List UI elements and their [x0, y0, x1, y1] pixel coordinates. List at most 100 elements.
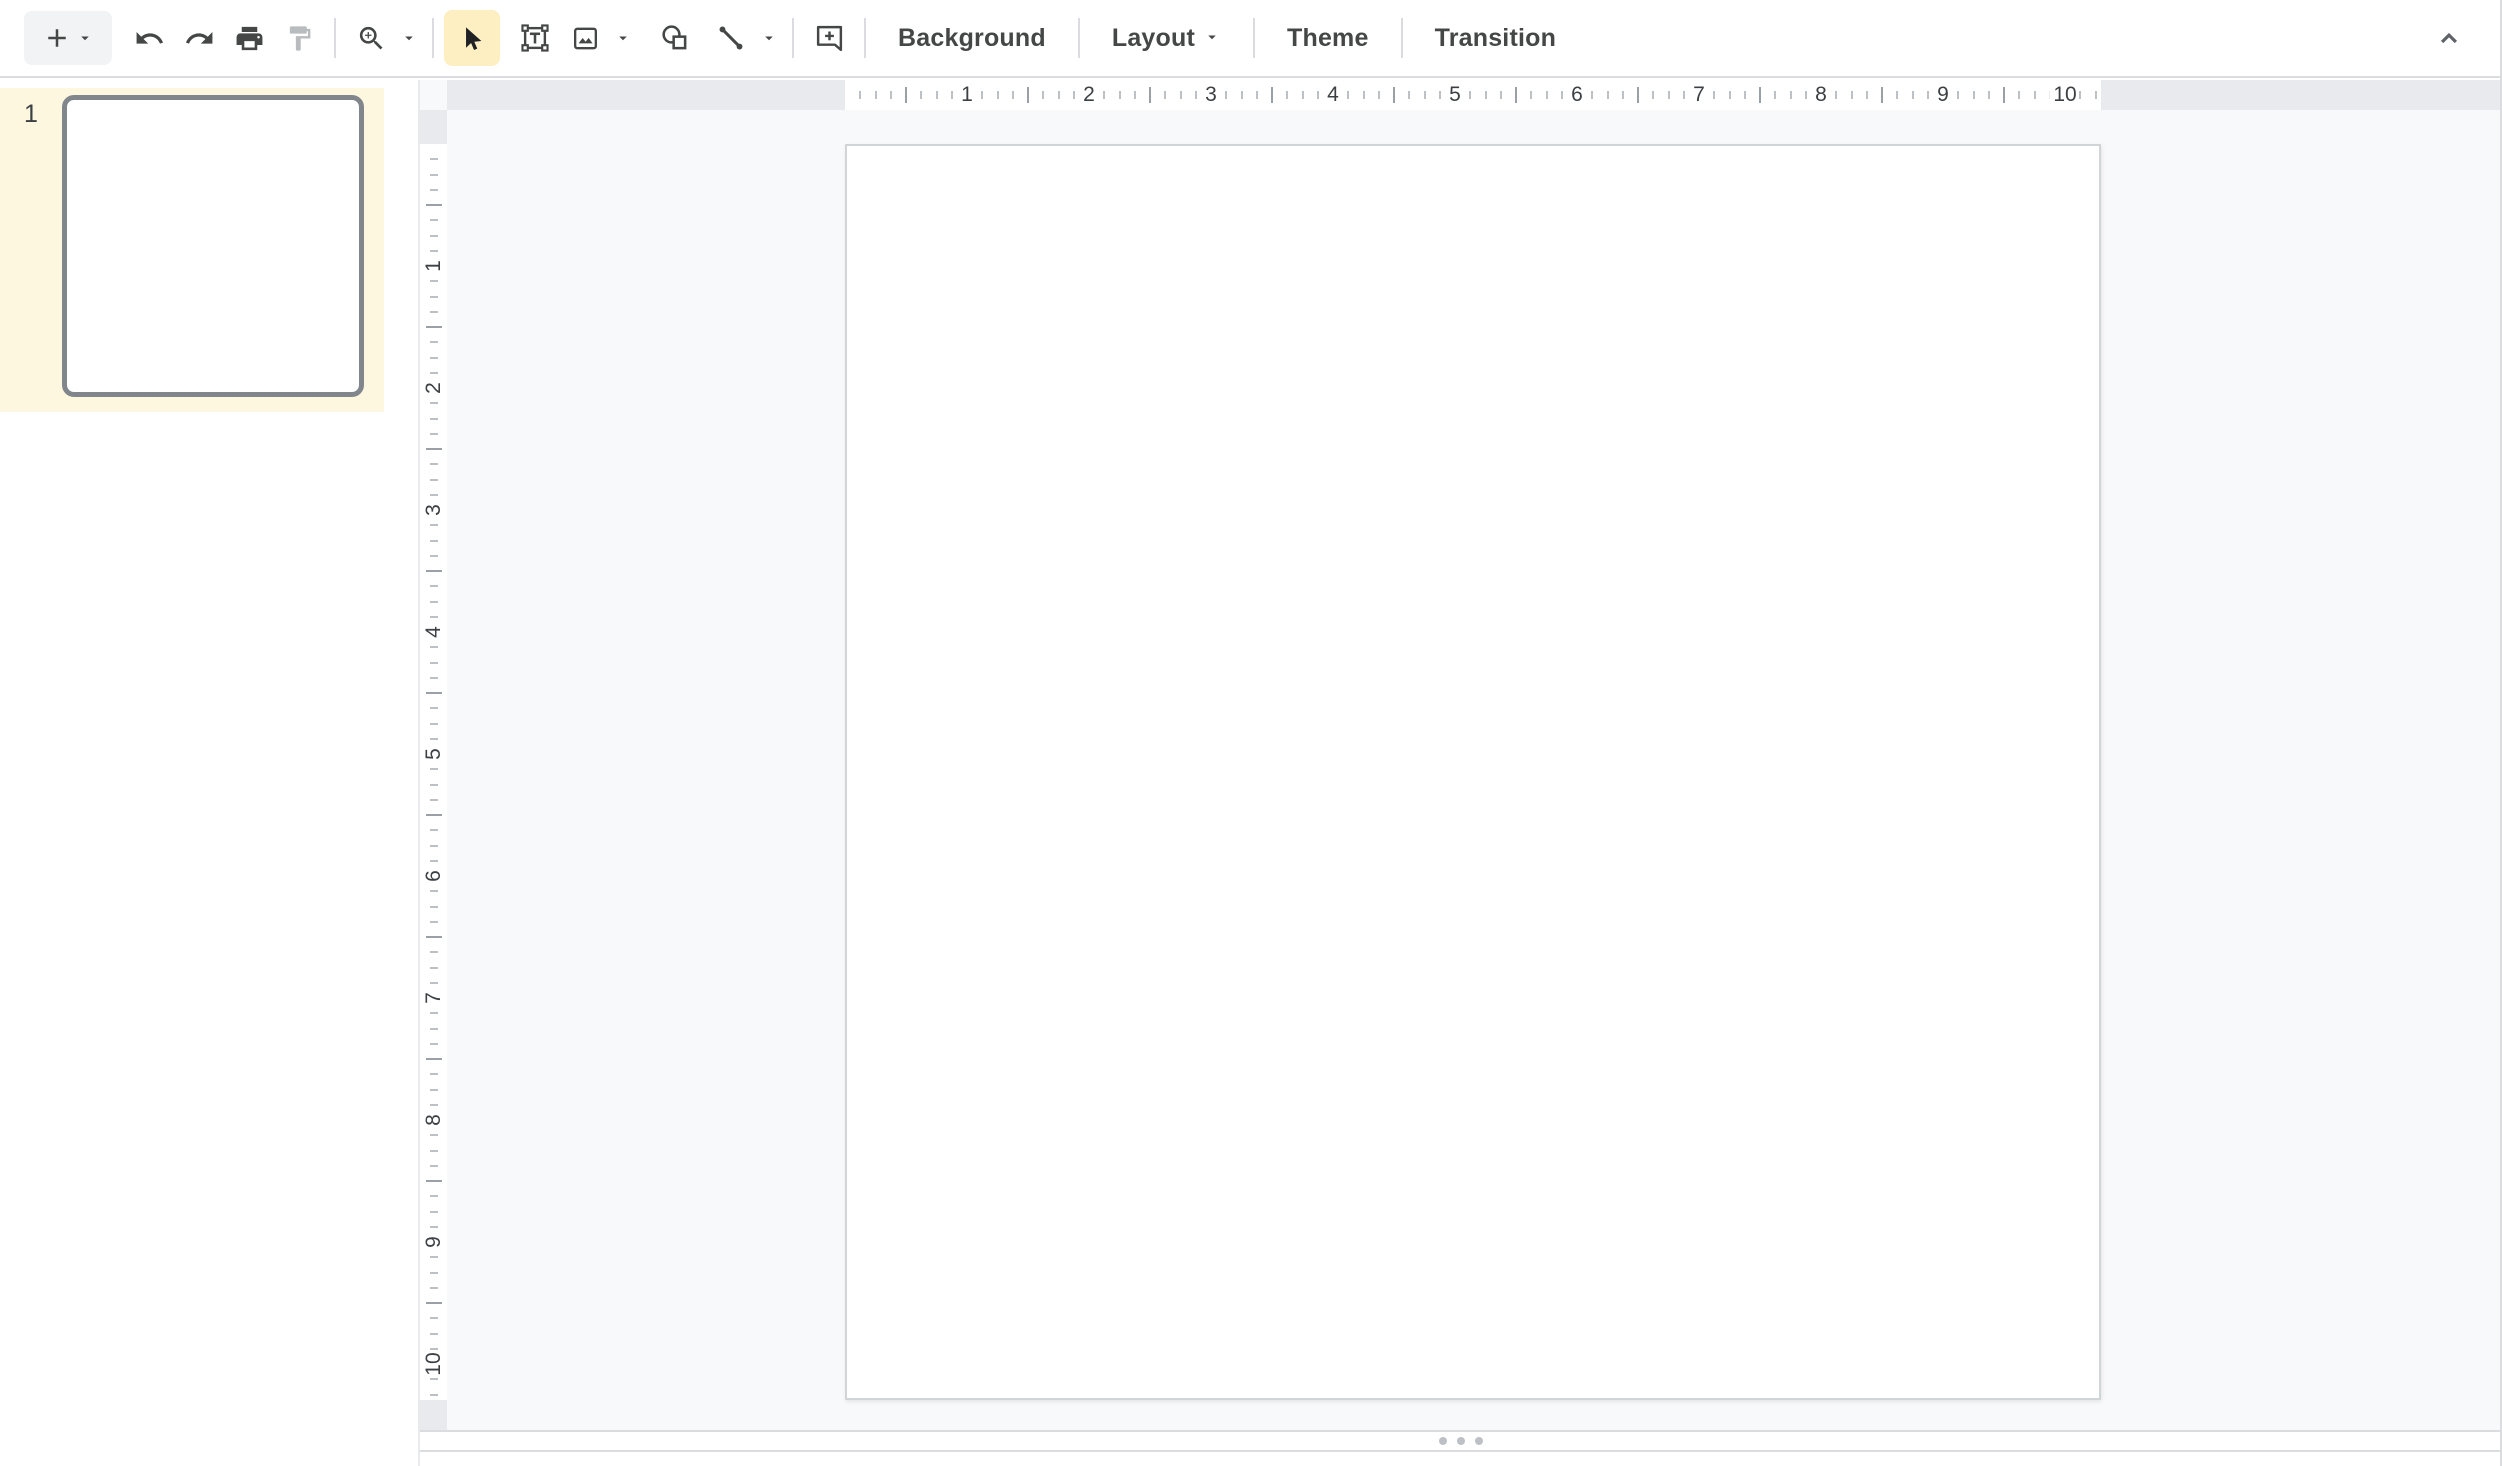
ruler-tick	[426, 692, 442, 694]
text-box-icon	[519, 22, 551, 54]
ruler-tick	[1149, 87, 1151, 103]
ruler-tick	[430, 540, 438, 542]
caret-down-icon	[614, 29, 632, 47]
line-dropdown-button[interactable]	[756, 11, 782, 65]
ruler-tick	[920, 91, 922, 99]
ruler-tick	[1271, 87, 1273, 103]
caret-down-icon	[760, 29, 778, 47]
new-slide-button[interactable]	[24, 11, 112, 65]
ruler-tick	[430, 707, 438, 709]
toolbar-separator	[432, 18, 434, 58]
ruler-tick	[1195, 91, 1197, 99]
undo-button[interactable]	[124, 11, 174, 65]
ruler-tick	[1744, 91, 1746, 99]
ruler-tick	[430, 1272, 438, 1274]
image-dropdown-button[interactable]	[610, 11, 636, 65]
ruler-tick	[1058, 91, 1060, 99]
ruler-tick	[1835, 91, 1837, 99]
ruler-tick	[1103, 91, 1105, 99]
background-button[interactable]: Background	[876, 11, 1068, 65]
ruler-tick	[2018, 91, 2020, 99]
ruler-number: 7	[1689, 80, 1709, 110]
ruler-number: 10	[2049, 80, 2080, 110]
ruler-number: 5	[1445, 80, 1465, 110]
redo-button[interactable]	[174, 11, 224, 65]
ruler-tick	[905, 87, 907, 103]
ruler-tick	[1546, 91, 1548, 99]
ruler-tick	[430, 418, 438, 420]
layout-button[interactable]: Layout	[1090, 11, 1243, 65]
speaker-notes-resize-handle[interactable]	[420, 1430, 2502, 1452]
ruler-tick	[1988, 91, 1990, 99]
layout-button-label: Layout	[1112, 24, 1195, 53]
ruler-tick	[1729, 91, 1731, 99]
add-comment-button[interactable]	[804, 11, 854, 65]
ruler-tick	[1683, 91, 1685, 99]
print-button[interactable]	[224, 11, 274, 65]
ruler-tick	[430, 723, 438, 725]
toolbar-separator	[864, 18, 866, 58]
ruler-tick	[1957, 91, 1959, 99]
theme-button[interactable]: Theme	[1265, 11, 1391, 65]
insert-image-button[interactable]	[560, 11, 610, 65]
ruler-tick	[430, 1211, 438, 1213]
text-box-button[interactable]	[510, 11, 560, 65]
ruler-tick	[1530, 91, 1532, 99]
ruler-tick	[430, 1256, 438, 1258]
ruler-tick	[1180, 91, 1182, 99]
zoom-button[interactable]	[346, 11, 396, 65]
ruler-tick	[1225, 91, 1227, 99]
line-icon	[715, 22, 747, 54]
slide-number: 1	[24, 100, 38, 129]
insert-line-button[interactable]	[706, 11, 756, 65]
ruler-tick	[2095, 91, 2097, 99]
ruler-tick	[1515, 87, 1517, 103]
ruler-tick	[1896, 91, 1898, 99]
ruler-tick	[1622, 91, 1624, 99]
ruler-number: 4	[420, 619, 447, 646]
ruler-tick	[430, 1287, 438, 1289]
ruler-tick	[1317, 91, 1319, 99]
ruler-tick	[890, 91, 892, 99]
ruler-tick	[426, 814, 442, 816]
ruler-tick	[1134, 91, 1136, 99]
vertical-ruler: 12345678910	[420, 110, 447, 1460]
transition-button[interactable]: Transition	[1413, 11, 1578, 65]
zoom-in-icon	[356, 23, 387, 54]
slide-page[interactable]	[845, 144, 2101, 1400]
ruler-tick	[1469, 91, 1471, 99]
ruler-tick	[1774, 91, 1776, 99]
drag-handle-dot	[1457, 1437, 1465, 1445]
filmstrip-slide-1[interactable]: 1	[0, 88, 384, 412]
ruler-tick	[1073, 91, 1075, 99]
insert-shape-button[interactable]	[650, 11, 700, 65]
ruler-tick	[1286, 91, 1288, 99]
hide-menus-button[interactable]	[2424, 11, 2474, 65]
ruler-tick	[1607, 91, 1609, 99]
ruler-tick	[1027, 87, 1029, 103]
ruler-tick	[1851, 91, 1853, 99]
toolbar-separator	[792, 18, 794, 58]
ruler-tick	[426, 326, 442, 328]
slide-thumbnail[interactable]	[62, 95, 364, 397]
ruler-tick	[2079, 91, 2081, 99]
ruler-tick	[430, 1073, 438, 1075]
ruler-tick	[430, 158, 438, 160]
ruler-tick	[1759, 87, 1761, 103]
paint-format-button[interactable]	[274, 11, 324, 65]
ruler-tick	[430, 921, 438, 923]
ruler-tick	[859, 91, 861, 99]
workspace: 12345678910 12345678910	[420, 80, 2502, 1466]
ruler-tick	[430, 555, 438, 557]
image-icon	[570, 23, 601, 54]
ruler-tick	[426, 1058, 442, 1060]
select-tool-button[interactable]	[444, 10, 500, 66]
ruler-tick	[2003, 87, 2005, 103]
ruler-tick	[430, 311, 438, 313]
ruler-tick	[1790, 91, 1792, 99]
background-button-label: Background	[898, 24, 1046, 53]
ruler-tick	[430, 1333, 438, 1335]
zoom-dropdown-button[interactable]	[396, 11, 422, 65]
vertical-ruler-scale: 12345678910	[420, 144, 447, 1400]
ruler-tick	[430, 677, 438, 679]
